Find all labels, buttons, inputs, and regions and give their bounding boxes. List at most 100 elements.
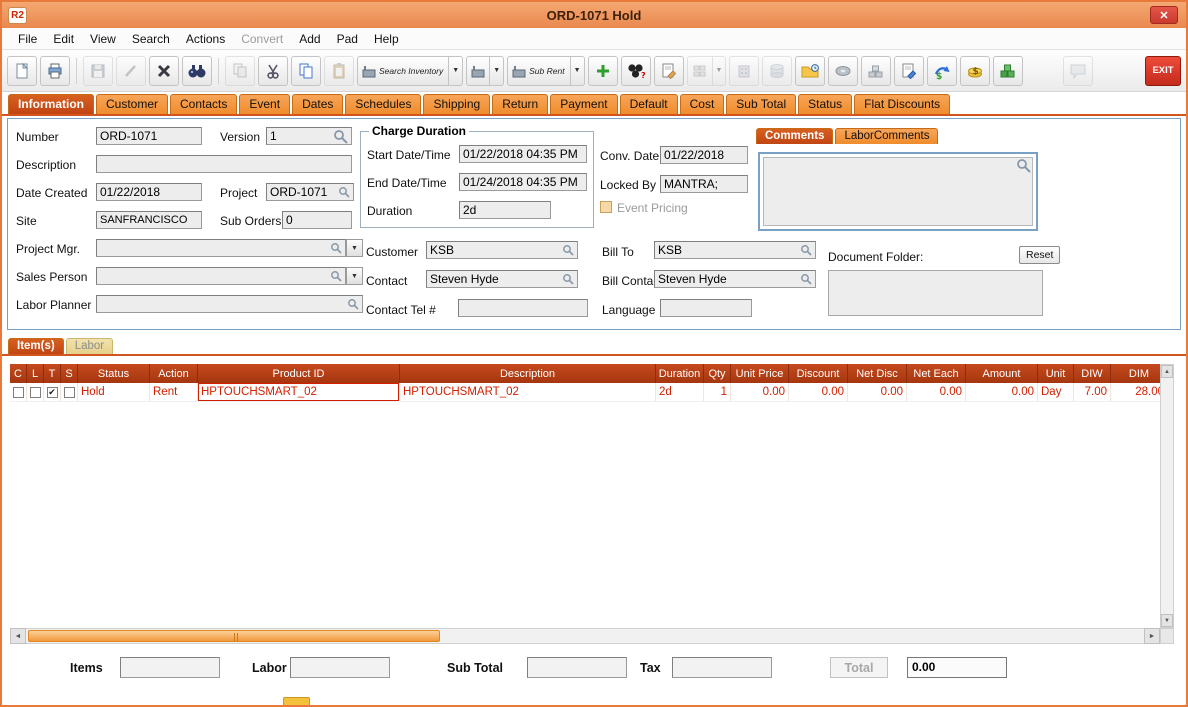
delete-button[interactable]	[149, 56, 179, 86]
sales-person-field[interactable]	[96, 267, 346, 285]
cell-discount[interactable]: 0.00	[789, 383, 848, 401]
document-folder-box[interactable]	[828, 270, 1043, 316]
menu-pad[interactable]: Pad	[329, 30, 366, 48]
col-net-each[interactable]: Net Each	[907, 364, 966, 383]
find-button[interactable]	[182, 56, 212, 86]
tab-return[interactable]: Return	[492, 94, 548, 114]
scroll-down-icon[interactable]: ▼	[1161, 614, 1173, 627]
scroll-right-icon[interactable]: ►	[1144, 628, 1160, 644]
kit-button[interactable]: ?	[621, 56, 651, 86]
number-field[interactable]: ORD-1071	[96, 127, 202, 145]
project-field[interactable]: ORD-1071	[266, 183, 354, 201]
checkbox-s[interactable]	[64, 387, 75, 398]
col-duration[interactable]: Duration	[656, 364, 704, 383]
scrollbar-thumb[interactable]	[28, 630, 440, 642]
cell-net-disc[interactable]: 0.00	[848, 383, 907, 401]
cell-action[interactable]: Rent	[150, 383, 198, 401]
menu-file[interactable]: File	[10, 30, 45, 48]
col-amount[interactable]: Amount	[966, 364, 1038, 383]
cell-description[interactable]: HPTOUCHSMART_02	[400, 383, 656, 401]
tab-status[interactable]: Status	[798, 94, 852, 114]
tax-field[interactable]	[672, 657, 772, 678]
currency-exchange-button[interactable]: $	[927, 56, 957, 86]
sub-rent-button[interactable]: Sub Rent ▼	[507, 56, 584, 86]
menu-actions[interactable]: Actions	[178, 30, 233, 48]
scrollbar-track[interactable]	[26, 628, 1144, 644]
tab-contacts[interactable]: Contacts	[170, 94, 237, 114]
tab-cost[interactable]: Cost	[680, 94, 725, 114]
table-row[interactable]: ✔ Hold Rent HPTOUCHSMART_02 HPTOUCHSMART…	[10, 383, 1160, 402]
search-icon[interactable]	[562, 273, 574, 285]
tab-comments[interactable]: Comments	[756, 128, 833, 144]
tab-payment[interactable]: Payment	[550, 94, 617, 114]
description-field[interactable]	[96, 155, 352, 173]
disc-button[interactable]	[828, 56, 858, 86]
search-icon[interactable]	[1016, 158, 1031, 173]
comments-textarea[interactable]	[763, 157, 1033, 226]
tab-sub-total[interactable]: Sub Total	[726, 94, 796, 114]
menu-view[interactable]: View	[82, 30, 124, 48]
col-c[interactable]: C	[10, 364, 27, 383]
tab-information[interactable]: Information	[8, 94, 94, 114]
history-folder-button[interactable]	[795, 56, 825, 86]
menu-help[interactable]: Help	[366, 30, 407, 48]
sub-total-field[interactable]	[527, 657, 627, 678]
search-icon[interactable]	[800, 244, 812, 256]
tab-customer[interactable]: Customer	[96, 94, 168, 114]
cell-qty[interactable]: 1	[704, 383, 731, 401]
checkbox-l[interactable]	[30, 387, 41, 398]
col-unit-price[interactable]: Unit Price	[731, 364, 789, 383]
search-icon[interactable]	[330, 242, 342, 254]
col-qty[interactable]: Qty	[704, 364, 731, 383]
col-action[interactable]: Action	[150, 364, 198, 383]
cell-unit[interactable]: Day	[1038, 383, 1074, 401]
start-datetime-field[interactable]: 01/22/2018 04:35 PM	[459, 145, 587, 163]
cut-button[interactable]	[258, 56, 288, 86]
col-discount[interactable]: Discount	[789, 364, 848, 383]
menu-edit[interactable]: Edit	[45, 30, 82, 48]
new-document-button[interactable]	[7, 56, 37, 86]
tab-default[interactable]: Default	[620, 94, 678, 114]
chevron-down-icon[interactable]: ▼	[489, 57, 500, 85]
labor-total-field[interactable]	[290, 657, 390, 678]
scroll-left-icon[interactable]: ◄	[10, 628, 26, 644]
vertical-scrollbar[interactable]: ▲ ▼	[1160, 364, 1174, 628]
search-icon[interactable]	[347, 298, 359, 310]
stack-button[interactable]	[861, 56, 891, 86]
col-unit[interactable]: Unit	[1038, 364, 1074, 383]
scroll-up-icon[interactable]: ▲	[1161, 365, 1173, 378]
tab-flat-discounts[interactable]: Flat Discounts	[854, 94, 950, 114]
menu-search[interactable]: Search	[124, 30, 178, 48]
close-button[interactable]: ✕	[1150, 6, 1178, 24]
project-mgr-field[interactable]	[96, 239, 346, 257]
print-button[interactable]	[40, 56, 70, 86]
tab-items[interactable]: Item(s)	[8, 338, 64, 354]
checkbox-c[interactable]	[13, 387, 24, 398]
menu-add[interactable]: Add	[291, 30, 328, 48]
search-icon[interactable]	[800, 273, 812, 285]
cell-diw[interactable]: 7.00	[1074, 383, 1111, 401]
exit-button[interactable]: EXIT	[1145, 56, 1181, 86]
chevron-down-icon[interactable]: ▼	[570, 57, 581, 85]
col-s[interactable]: S	[61, 364, 78, 383]
price-list-button[interactable]: $	[960, 56, 990, 86]
tab-event[interactable]: Event	[239, 94, 290, 114]
site-field[interactable]: SANFRANCISCO	[96, 211, 202, 229]
labor-planner-field[interactable]	[96, 295, 363, 313]
col-diw[interactable]: DIW	[1074, 364, 1111, 383]
end-datetime-field[interactable]: 01/24/2018 04:35 PM	[459, 173, 587, 191]
col-l[interactable]: L	[27, 364, 44, 383]
cell-amount[interactable]: 0.00	[966, 383, 1038, 401]
search-icon[interactable]	[333, 129, 348, 144]
col-net-disc[interactable]: Net Disc	[848, 364, 907, 383]
inventory-cubes-button[interactable]	[993, 56, 1023, 86]
search-icon[interactable]	[562, 244, 574, 256]
note-edit-button[interactable]	[654, 56, 684, 86]
bill-contact-field[interactable]: Steven Hyde	[654, 270, 816, 288]
tab-schedules[interactable]: Schedules	[345, 94, 421, 114]
add-item-button[interactable]	[588, 56, 618, 86]
col-description[interactable]: Description	[400, 364, 656, 383]
cell-status[interactable]: Hold	[78, 383, 150, 401]
search-icon[interactable]	[338, 186, 350, 198]
copy-button[interactable]	[291, 56, 321, 86]
